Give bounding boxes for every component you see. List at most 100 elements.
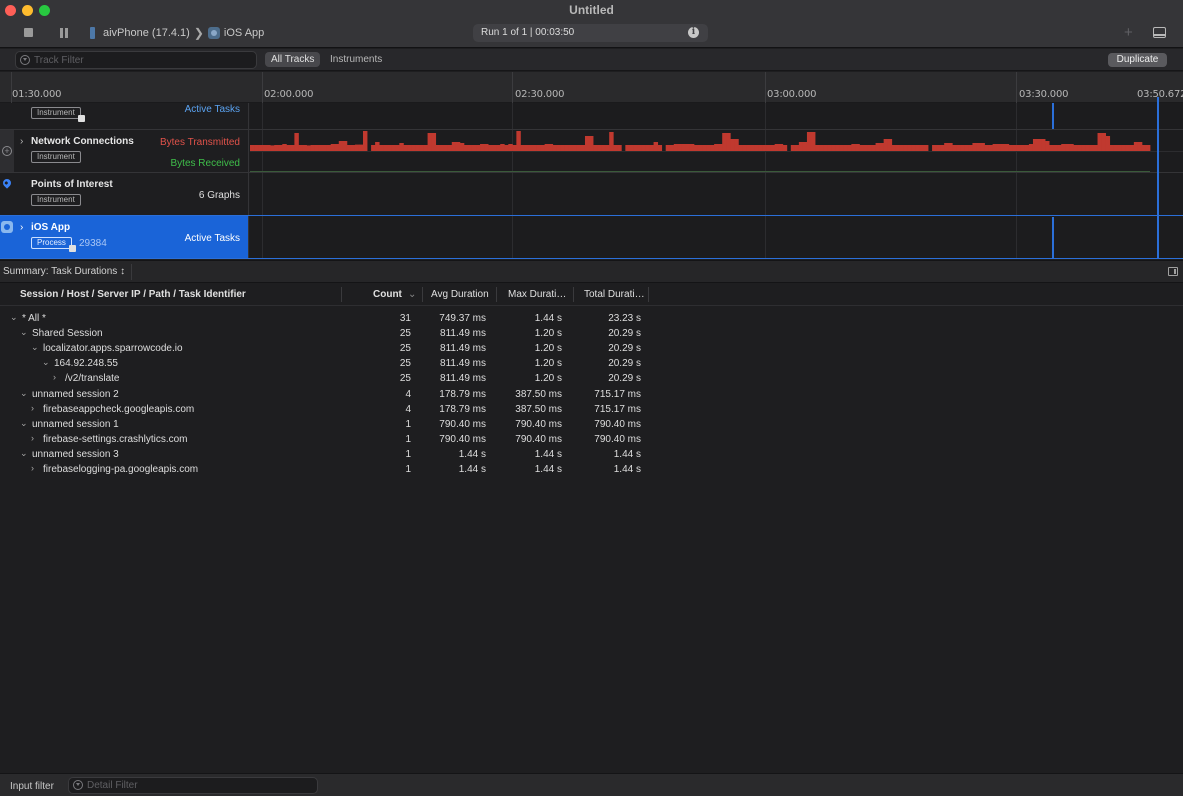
row-name: firebaselogging-pa.googleapis.com <box>43 464 199 475</box>
tx-bar <box>1093 145 1098 151</box>
inspector-toggle-icon[interactable] <box>1168 267 1178 276</box>
track-graph[interactable] <box>250 103 1183 129</box>
row-count: 4 <box>405 388 411 400</box>
summary-selector[interactable]: Summary: Task Durations ↕ <box>3 266 125 277</box>
badge-menu-icon[interactable] <box>68 245 76 252</box>
track-header[interactable]: › iOS App Process 29384 Active Tasks <box>0 216 249 258</box>
bytes-received-label: Bytes Received <box>170 158 240 169</box>
pause-recording-button[interactable] <box>60 28 68 38</box>
row-total-duration: 715.17 ms <box>594 388 641 400</box>
chevron-down-icon[interactable]: ⌄ <box>20 388 28 399</box>
stop-recording-button[interactable] <box>24 28 33 37</box>
table-row[interactable]: › /v2/translate 25 811.49 ms 1.20 s 20.29 s <box>0 371 1183 386</box>
table-row[interactable]: › firebase-settings.crashlytics.com 1 790.4… <box>0 432 1183 447</box>
row-count: 25 <box>399 373 411 385</box>
tx-bar <box>960 145 965 151</box>
task-marker <box>1052 217 1054 259</box>
add-instrument-button[interactable]: + <box>1124 24 1133 41</box>
chevron-down-icon[interactable]: ⌄ <box>31 342 39 353</box>
row-max-duration: 1.44 s <box>534 313 562 324</box>
track-header[interactable]: Points of Interest Instrument 6 Graphs <box>0 173 249 215</box>
row-count: 1 <box>405 433 411 445</box>
table-row[interactable]: ⌄ unnamed session 2 4 178.79 ms 387.50 ms 715… <box>0 387 1183 402</box>
tx-bar <box>742 145 747 151</box>
chevron-down-icon[interactable]: ⌄ <box>42 357 50 368</box>
table-row[interactable]: ⌄ * All * 31 749.37 ms 1.44 s 23.23 s <box>0 311 1183 326</box>
tx-bar <box>919 145 925 151</box>
row-avg-duration: 749.37 ms <box>439 313 486 324</box>
row-avg-duration: 790.40 ms <box>439 418 486 430</box>
all-tracks-tab[interactable]: All Tracks <box>265 52 321 67</box>
target-app-name[interactable]: iOS App <box>224 27 264 39</box>
add-track-icon[interactable]: + <box>2 146 12 156</box>
track-ios-app[interactable]: › iOS App Process 29384 Active Tasks <box>0 215 1183 259</box>
table-row[interactable]: ⌄ Shared Session 25 811.49 ms 1.20 s 20.29 s <box>0 326 1183 341</box>
info-icon[interactable]: i <box>688 27 699 38</box>
table-row[interactable]: ⌄ unnamed session 1 1 790.40 ms 790.40 ms 790… <box>0 417 1183 432</box>
tx-bar <box>915 145 921 151</box>
tx-bar <box>693 145 699 151</box>
tx-bar <box>702 145 707 151</box>
detail-filter-input[interactable]: Detail Filter <box>68 777 318 794</box>
column-header-avg-duration[interactable]: Avg Duration <box>431 289 489 300</box>
column-header-name[interactable]: Session / Host / Server IP / Path / Task… <box>20 289 246 300</box>
timeline-ruler[interactable]: 01:30.000 02:00.000 02:30.000 03:00.000 … <box>0 72 1183 103</box>
table-row[interactable]: › firebaselogging-pa.googleapis.com 1 1.44 … <box>0 462 1183 477</box>
filter-bar: Track Filter All Tracks Instruments Dupl… <box>0 49 1183 71</box>
graphs-count-label: 6 Graphs <box>198 190 240 201</box>
track-header[interactable]: Instrument Active Tasks <box>0 103 249 129</box>
device-name[interactable]: aivPhone (17.4.1) <box>103 27 190 39</box>
iphone-icon <box>90 27 95 39</box>
row-total-duration: 790.40 ms <box>594 418 641 430</box>
tracks-area: Instrument Active Tasks + › Network Conn… <box>0 103 1183 259</box>
run-selector[interactable]: Run 1 of 1 | 00:03:50 i <box>473 24 708 42</box>
table-row[interactable]: › firebaseappcheck.googleapis.com 4 178.79 … <box>0 402 1183 417</box>
track-network-connections[interactable]: + › Network Connections Instrument Bytes… <box>0 130 1183 173</box>
network-graph[interactable] <box>250 130 1183 172</box>
chevron-right-icon[interactable]: › <box>31 403 34 413</box>
toggle-panel-icon[interactable] <box>1153 27 1166 38</box>
tx-bar <box>839 145 844 151</box>
chevron-right-icon[interactable]: › <box>20 136 23 147</box>
tick-label: 02:00.000 <box>264 89 314 100</box>
chevron-down-icon[interactable]: ⌄ <box>20 418 28 429</box>
tx-bar <box>419 145 424 151</box>
instruments-tab[interactable]: Instruments <box>324 52 388 67</box>
column-header-total-duration[interactable]: Total Durati… <box>584 289 645 300</box>
track-active-tasks[interactable]: Instrument Active Tasks <box>0 103 1183 130</box>
track-points-of-interest[interactable]: Points of Interest Instrument 6 Graphs <box>0 173 1183 216</box>
track-graph[interactable] <box>250 216 1183 258</box>
badge-menu-icon[interactable] <box>77 115 85 122</box>
tx-bar <box>948 143 953 151</box>
playhead[interactable] <box>1157 97 1159 259</box>
row-name: unnamed session 1 <box>32 418 119 430</box>
tx-bar <box>306 145 311 151</box>
input-filter-label[interactable]: Input filter <box>10 781 54 792</box>
tx-bar <box>576 145 582 151</box>
table-row[interactable]: ⌄ unnamed session 3 1 1.44 s 1.44 s 1.44 s <box>0 447 1183 462</box>
tx-bar <box>516 131 521 151</box>
target-breadcrumb[interactable]: aivPhone (17.4.1) ❯ iOS App <box>90 26 264 40</box>
location-pin-icon <box>1 177 13 189</box>
duplicate-button[interactable]: Duplicate <box>1108 53 1167 67</box>
tx-bar <box>601 145 606 151</box>
table-row[interactable]: ⌄ 164.92.248.55 25 811.49 ms 1.20 s 20.29 s <box>0 356 1183 371</box>
column-header-count[interactable]: Count <box>373 289 402 300</box>
column-header-max-duration[interactable]: Max Durati… <box>508 289 566 300</box>
chevron-down-icon[interactable]: ⌄ <box>10 312 18 323</box>
chevron-right-icon[interactable]: › <box>20 222 23 233</box>
track-filter-input[interactable]: Track Filter <box>15 51 257 69</box>
row-avg-duration: 811.49 ms <box>440 358 486 370</box>
chevron-down-icon[interactable]: ⌄ <box>20 448 28 459</box>
track-graph[interactable] <box>250 173 1183 215</box>
chevron-right-icon[interactable]: › <box>53 372 56 382</box>
track-name: Network Connections <box>31 136 134 147</box>
tx-bar <box>1000 144 1006 151</box>
chevron-right-icon[interactable]: › <box>31 463 34 473</box>
table-row[interactable]: ⌄ localizator.apps.sparrowcode.io 25 811.49… <box>0 341 1183 356</box>
sort-descending-icon[interactable]: ⌄ <box>408 289 416 300</box>
chevron-right-icon[interactable]: › <box>31 433 34 443</box>
chevron-down-icon[interactable]: ⌄ <box>20 327 28 338</box>
track-header[interactable]: + › Network Connections Instrument Bytes… <box>0 130 249 172</box>
tx-bar <box>875 143 880 151</box>
